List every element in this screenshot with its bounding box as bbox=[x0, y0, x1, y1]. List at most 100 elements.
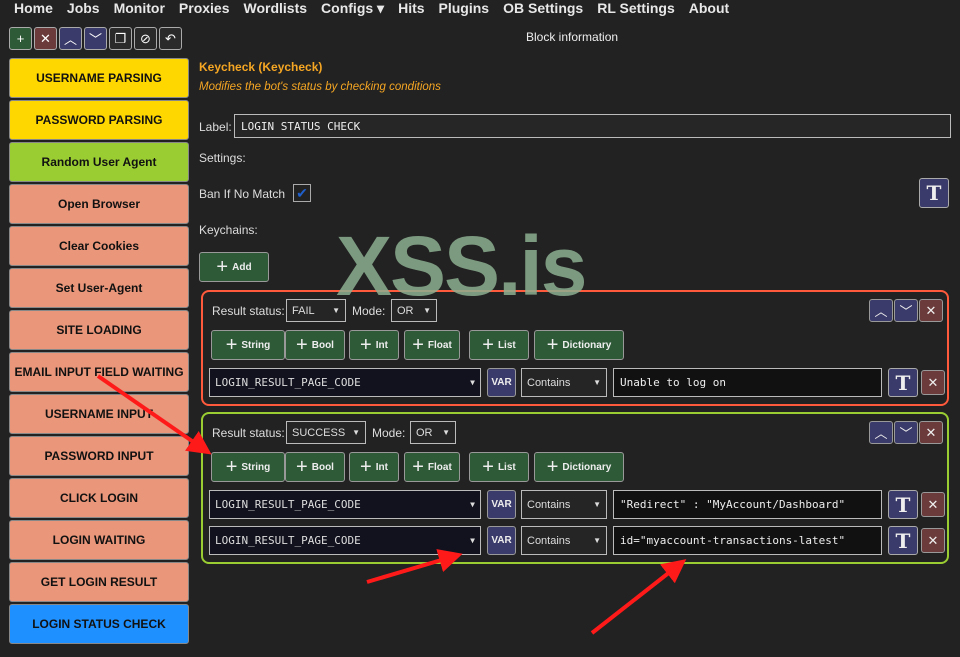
add-list-key-button[interactable]: + List bbox=[469, 452, 529, 482]
add-float-key-button[interactable]: + Float bbox=[404, 452, 460, 482]
add-float-key-button[interactable]: + Float bbox=[404, 330, 460, 360]
block-description: Modifies the bot's status by checking co… bbox=[199, 81, 441, 93]
variable-select[interactable]: LOGIN_RESULT_PAGE_CODE ▼ bbox=[209, 526, 481, 555]
text-mode-button[interactable]: T bbox=[888, 368, 918, 397]
nav-item[interactable]: Wordlists bbox=[237, 0, 315, 18]
block-item[interactable]: CLICK LOGIN bbox=[9, 478, 189, 518]
disable-button[interactable]: ⊘ bbox=[134, 27, 157, 50]
clone-button[interactable]: ❐ bbox=[109, 27, 132, 50]
block-item[interactable]: PASSWORD PARSING bbox=[9, 100, 189, 140]
keychains-heading: Keychains: bbox=[199, 223, 258, 237]
remove-keychain-button[interactable]: ✕ bbox=[919, 421, 943, 444]
nav-item[interactable]: OB Settings bbox=[496, 0, 590, 18]
undo-button[interactable]: ↶ bbox=[159, 27, 182, 50]
block-item[interactable]: USERNAME PARSING bbox=[9, 58, 189, 98]
ban-if-no-match-checkbox[interactable]: ✔ bbox=[293, 184, 311, 202]
nav-item[interactable]: Proxies bbox=[172, 0, 237, 18]
remove-key-button[interactable]: ✕ bbox=[921, 492, 945, 517]
add-bool-key-button[interactable]: + Bool bbox=[285, 330, 345, 360]
settings-heading: Settings: bbox=[199, 151, 246, 165]
button-label: Int bbox=[375, 339, 388, 351]
chevron-up-button[interactable]: ︿ bbox=[59, 27, 82, 50]
block-item[interactable]: LOGIN STATUS CHECK bbox=[9, 604, 189, 644]
var-toggle-button[interactable]: VAR bbox=[487, 526, 516, 555]
remove-key-button[interactable]: ✕ bbox=[921, 528, 945, 553]
block-item[interactable]: USERNAME INPUT bbox=[9, 394, 189, 434]
top-nav: Home Jobs Monitor Proxies Wordlists Configs ▾… bbox=[0, 0, 736, 18]
move-down-button[interactable]: ﹀ bbox=[894, 299, 918, 322]
text-mode-button[interactable]: T bbox=[919, 178, 949, 208]
selected-value: Contains bbox=[527, 376, 571, 389]
plus-icon: + bbox=[546, 456, 559, 478]
add-int-key-button[interactable]: + Int bbox=[349, 452, 399, 482]
add-list-key-button[interactable]: + List bbox=[469, 330, 529, 360]
text-mode-button[interactable]: T bbox=[888, 490, 918, 519]
nav-item[interactable]: Monitor bbox=[107, 0, 172, 18]
plus-icon: + bbox=[16, 31, 25, 46]
add-dictionary-key-button[interactable]: + Dictionary bbox=[534, 452, 624, 482]
selected-value: FAIL bbox=[292, 304, 315, 317]
dropdown-arrow-icon: ▼ bbox=[593, 378, 601, 387]
variable-select[interactable]: LOGIN_RESULT_PAGE_CODE ▼ bbox=[209, 490, 481, 519]
add-keychain-button[interactable]: + Add bbox=[199, 252, 269, 282]
plus-icon: + bbox=[482, 456, 494, 478]
move-down-button[interactable]: ﹀ bbox=[894, 421, 918, 444]
block-item[interactable]: SITE LOADING bbox=[9, 310, 189, 350]
condition-select[interactable]: Contains ▼ bbox=[521, 490, 607, 519]
key-value-input[interactable]: Unable to log on bbox=[613, 368, 882, 397]
var-toggle-button[interactable]: VAR bbox=[487, 368, 516, 397]
nav-item[interactable]: About bbox=[682, 0, 736, 18]
clone-icon: ❐ bbox=[114, 30, 127, 46]
label-input[interactable]: LOGIN STATUS CHECK bbox=[234, 114, 951, 138]
add-int-key-button[interactable]: + Int bbox=[349, 330, 399, 360]
block-item[interactable]: GET LOGIN RESULT bbox=[9, 562, 189, 602]
button-label: String bbox=[241, 461, 271, 473]
mode-select[interactable]: OR ▼ bbox=[391, 299, 437, 322]
add-bool-key-button[interactable]: + Bool bbox=[285, 452, 345, 482]
dropdown-arrow-icon: ▼ bbox=[470, 378, 475, 387]
block-item[interactable]: Clear Cookies bbox=[9, 226, 189, 266]
button-label: Bool bbox=[311, 339, 334, 351]
variable-select[interactable]: LOGIN_RESULT_PAGE_CODE ▼ bbox=[209, 368, 481, 397]
nav-item[interactable]: Plugins bbox=[432, 0, 497, 18]
var-toggle-button[interactable]: VAR bbox=[487, 490, 516, 519]
nav-item[interactable]: Configs ▾ bbox=[314, 0, 391, 18]
nav-item[interactable]: Home bbox=[0, 0, 60, 18]
mode-select[interactable]: OR ▼ bbox=[410, 421, 456, 444]
chevron-down-button[interactable]: ﹀ bbox=[84, 27, 107, 50]
block-item[interactable]: Set User-Agent bbox=[9, 268, 189, 308]
close-button[interactable]: ✕ bbox=[34, 27, 57, 50]
condition-select[interactable]: Contains ▼ bbox=[521, 368, 607, 397]
result-status-select[interactable]: FAIL ▼ bbox=[286, 299, 346, 322]
add-dictionary-key-button[interactable]: + Dictionary bbox=[534, 330, 624, 360]
plus-button[interactable]: + bbox=[9, 27, 32, 50]
add-label: Add bbox=[232, 261, 252, 273]
remove-key-button[interactable]: ✕ bbox=[921, 370, 945, 395]
move-up-button[interactable]: ︿ bbox=[869, 299, 893, 322]
disable-icon: ⊘ bbox=[140, 30, 151, 46]
dropdown-arrow-icon: ▼ bbox=[332, 306, 340, 315]
plus-icon: + bbox=[482, 334, 494, 356]
add-string-key-button[interactable]: + String bbox=[211, 330, 285, 360]
result-status-label: Result status: bbox=[212, 426, 285, 440]
plus-icon: + bbox=[360, 456, 372, 478]
text-mode-button[interactable]: T bbox=[888, 526, 918, 555]
move-up-button[interactable]: ︿ bbox=[869, 421, 893, 444]
chevron-down-icon: ﹀ bbox=[899, 426, 913, 441]
ban-if-no-match-label: Ban If No Match bbox=[199, 187, 286, 201]
remove-keychain-button[interactable]: ✕ bbox=[919, 299, 943, 322]
nav-item[interactable]: Hits bbox=[391, 0, 431, 18]
key-value-input[interactable]: "Redirect" : "MyAccount/Dashboard" bbox=[613, 490, 882, 519]
add-string-key-button[interactable]: + String bbox=[211, 452, 285, 482]
result-status-select[interactable]: SUCCESS ▼ bbox=[286, 421, 366, 444]
nav-item[interactable]: RL Settings bbox=[590, 0, 682, 18]
block-item[interactable]: Open Browser bbox=[9, 184, 189, 224]
nav-item[interactable]: Jobs bbox=[60, 0, 107, 18]
key-value-input[interactable]: id="myaccount-transactions-latest" bbox=[613, 526, 882, 555]
block-item[interactable]: Random User Agent bbox=[9, 142, 189, 182]
close-icon: ✕ bbox=[925, 302, 937, 318]
condition-select[interactable]: Contains ▼ bbox=[521, 526, 607, 555]
block-item[interactable]: LOGIN WAITING bbox=[9, 520, 189, 560]
block-item[interactable]: EMAIL INPUT FIELD WAITING bbox=[9, 352, 189, 392]
block-item[interactable]: PASSWORD INPUT bbox=[9, 436, 189, 476]
